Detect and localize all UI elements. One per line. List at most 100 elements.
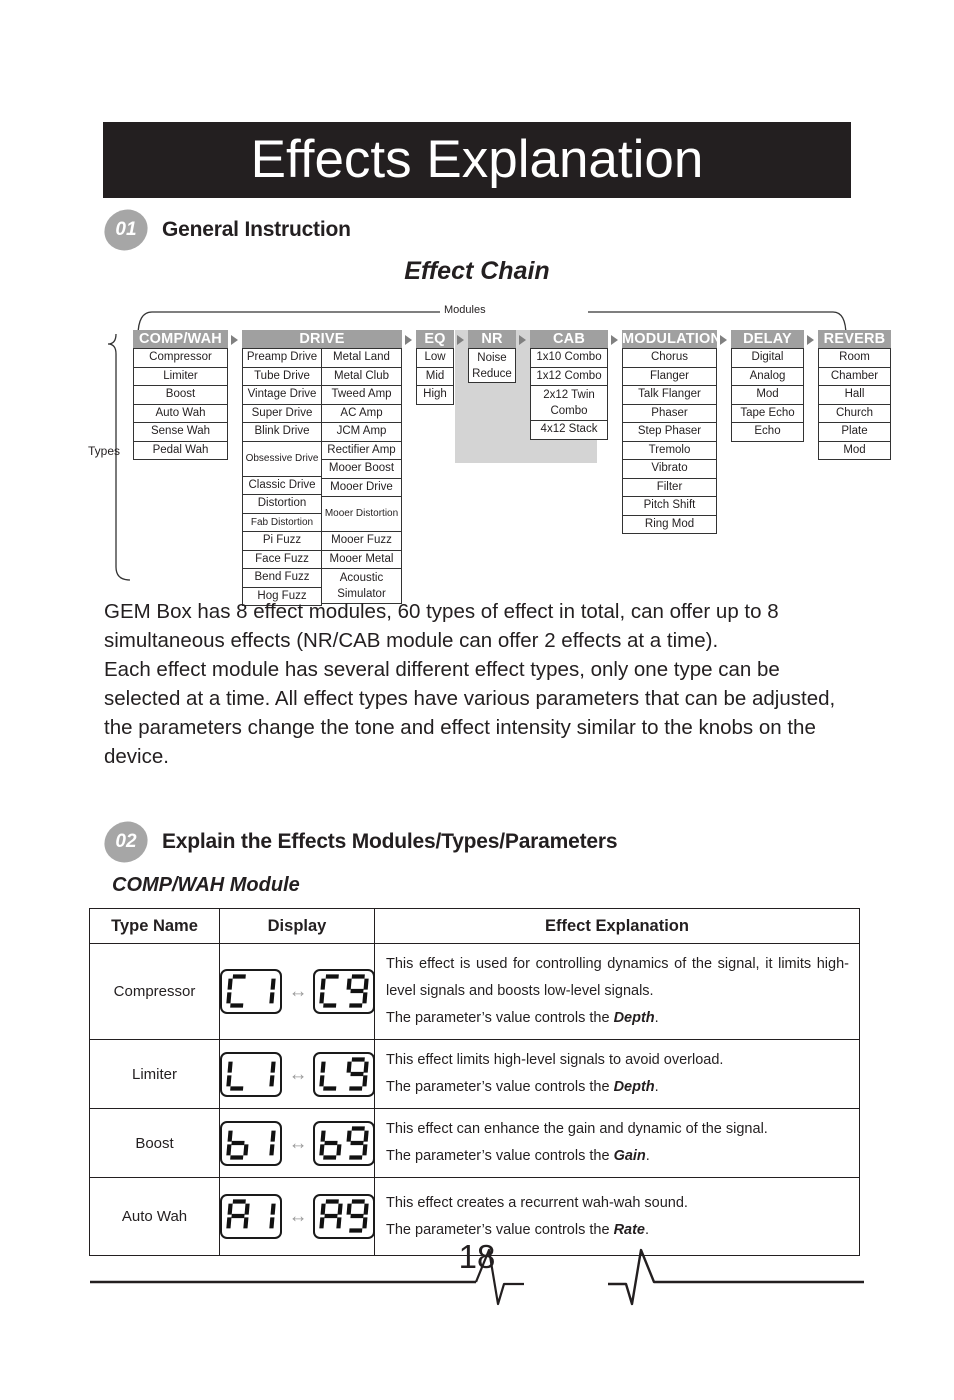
module-column-nr: NR Noise Reduce [468, 330, 516, 383]
module-type-item: Chorus [622, 348, 717, 368]
module-type-item: Step Phaser [622, 423, 717, 442]
module-type-item: Hall [818, 386, 891, 405]
cell-type-name: Limiter [89, 1039, 220, 1109]
module-type-item: Boost [133, 386, 228, 405]
module-type-item: Phaser [622, 404, 717, 423]
module-header-label: COMP/WAH [133, 330, 228, 348]
module-type-item: Ring Mod [622, 515, 717, 534]
seven-segment-display [312, 1120, 375, 1166]
module-type-item: Preamp Drive [242, 348, 322, 368]
seven-segment-digit [225, 1061, 243, 1091]
module-type-subcolumn: Room Chamber Hall Church Plate Mod [818, 348, 891, 460]
module-type-item: Room [818, 348, 891, 368]
module-type-item: Metal Club [322, 367, 402, 386]
module-type-item: Chamber [818, 367, 891, 386]
seven-segment-display [219, 969, 282, 1014]
module-subtitle: COMP/WAH Module [112, 874, 300, 896]
module-type-subcolumn: Metal Land Metal Club Tweed Amp AC Amp JCM A… [322, 348, 402, 606]
module-type-item: 2x12 Twin Combo [530, 386, 608, 421]
module-type-item: Pedal Wah [133, 441, 228, 460]
module-type-item: Echo [731, 423, 804, 442]
module-type-item: Mooer Drive [322, 478, 402, 497]
column-header-type-name: Type Name [89, 908, 220, 944]
module-type-item: Filter [622, 478, 717, 497]
parameter-line: The parameter’s value controls the Depth… [386, 1010, 659, 1026]
module-column-comp-wah: COMP/WAH Compressor Limiter Boost Auto Wah Se… [133, 330, 228, 460]
module-type-item: Pitch Shift [622, 497, 717, 516]
module-type-item: Super Drive [242, 404, 322, 423]
chain-arrow-icon [611, 335, 618, 345]
page-title-banner: Effects Explanation [103, 122, 851, 198]
table-row: Boost ↔ This effect can enhance the gain a… [89, 1108, 860, 1178]
module-type-list: 1x10 Combo 1x12 Combo 2x12 Twin Combo 4x12 … [530, 348, 608, 440]
module-type-item: Noise Reduce [468, 348, 516, 383]
chain-arrow-icon [405, 335, 412, 345]
seven-segment-display [312, 1051, 375, 1097]
section-number-badge-2: 02 [97, 814, 155, 870]
module-type-list: Chorus Flanger Talk Flanger Phaser Step Phas… [622, 348, 717, 534]
page-number: 18 [458, 1238, 496, 1275]
section-heading-01: 01 General Instruction [97, 202, 351, 258]
module-type-item: Limiter [133, 367, 228, 386]
chain-arrow-icon [807, 335, 814, 345]
module-type-item: Mooer Metal [322, 550, 402, 569]
module-column-eq: EQ Low Mid High [416, 330, 454, 405]
module-type-item: Flanger [622, 367, 717, 386]
module-type-item: Talk Flanger [622, 386, 717, 405]
chain-arrow-icon [720, 335, 727, 345]
module-type-item: Plate [818, 423, 891, 442]
module-column-modulation: MODULATION Chorus Flanger Talk Flanger Phase… [622, 330, 717, 534]
module-type-item: Tweed Amp [322, 386, 402, 405]
cell-effect-explanation: This effect is used for controlling dyna… [374, 943, 860, 1040]
cell-effect-explanation: This effect limits high-level signals to… [374, 1039, 860, 1109]
seven-segment-display [312, 969, 375, 1014]
module-type-item: Face Fuzz [242, 550, 322, 569]
chain-arrow-icon [231, 335, 238, 345]
column-header-display: Display [219, 908, 375, 944]
module-type-item: Obsessive Drive [242, 441, 322, 477]
module-type-item: 1x10 Combo [530, 348, 608, 368]
display-range: ↔ [219, 969, 375, 1014]
explanation-line: This effect is used for controlling dyna… [386, 956, 849, 999]
display-range: ↔ [219, 1120, 375, 1166]
types-bracket-label: Types [88, 444, 121, 458]
paragraph-1: GEM Box has 8 effect modules, 60 types o… [104, 600, 779, 652]
seven-segment-digit [225, 974, 246, 1008]
double-arrow-icon: ↔ [288, 1063, 308, 1085]
column-header-effect-explanation: Effect Explanation [374, 908, 860, 944]
table-row: Limiter ↔ This effect limits high-level si… [89, 1039, 860, 1109]
table-row: Compressor ↔ This effect is used for contr… [89, 943, 860, 1040]
module-type-item: Metal Land [322, 348, 402, 368]
module-type-item: 1x12 Combo [530, 367, 608, 386]
parameter-line: The parameter’s value controls the Gain. [386, 1148, 650, 1164]
module-type-list: Digital Analog Mod Tape Echo Echo [731, 348, 804, 442]
module-type-item: Tube Drive [242, 367, 322, 386]
section-title: Explain the Effects Modules/Types/Parame… [162, 830, 618, 853]
parameter-name: Gain [613, 1148, 646, 1164]
module-type-item: Mid [416, 367, 454, 386]
module-type-item: Tremolo [622, 441, 717, 460]
intro-paragraphs: GEM Box has 8 effect modules, 60 types o… [104, 597, 856, 771]
module-type-item: Tape Echo [731, 404, 804, 423]
explanation-line: This effect can enhance the gain and dyn… [386, 1121, 768, 1137]
seven-segment-digit [318, 974, 339, 1008]
module-type-item: Sense Wah [133, 423, 228, 442]
cell-display: ↔ [219, 1108, 375, 1178]
section-title: General Instruction [162, 218, 351, 241]
module-header-label: DELAY [731, 330, 804, 348]
seven-segment-digit [318, 1061, 336, 1091]
cell-display: ↔ [219, 1039, 375, 1109]
effect-explanation-table: Type Name Display Effect Explanation Com… [89, 908, 860, 1256]
module-column-reverb: REVERB Room Chamber Hall Church Plate Mod [818, 330, 891, 460]
explanation-line: This effect creates a recurrent wah-wah … [386, 1194, 688, 1211]
module-type-item: Compressor [133, 348, 228, 368]
module-column-delay: DELAY Digital Analog Mod Tape Echo Echo [731, 330, 804, 442]
seven-segment-digit [346, 1056, 369, 1091]
cell-display: ↔ [219, 943, 375, 1040]
module-type-subcolumn: 1x10 Combo 1x12 Combo 2x12 Twin Combo 4x12 … [530, 348, 608, 440]
seven-segment-digit [346, 974, 369, 1008]
seven-segment-digit [268, 1130, 276, 1155]
module-type-item: Distortion [242, 495, 322, 514]
module-type-item: Mooer Boost [322, 460, 402, 479]
double-arrow-icon: ↔ [288, 981, 308, 1002]
